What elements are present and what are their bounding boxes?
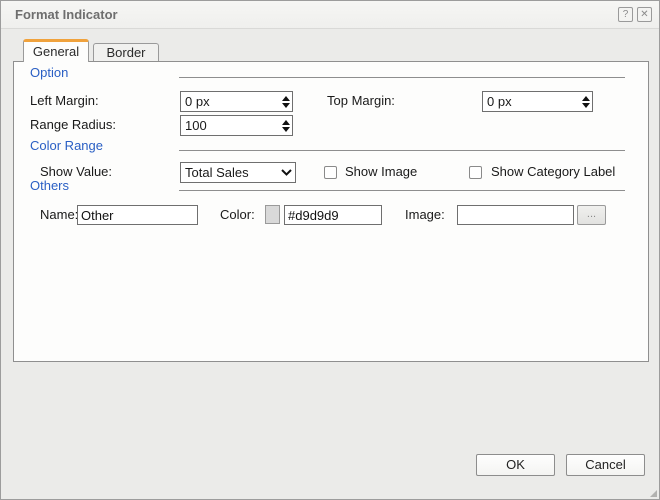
show-value-select[interactable]: Total Sales <box>180 162 296 183</box>
range-radius-stepper[interactable]: 100 <box>180 115 293 136</box>
show-category-label-checkbox[interactable] <box>469 166 482 179</box>
show-category-label-label: Show Category Label <box>491 164 616 179</box>
name-label: Name: <box>40 207 79 222</box>
help-icon[interactable]: ? <box>618 7 633 22</box>
show-image-label: Show Image <box>345 164 418 179</box>
section-heading-option: Option <box>30 65 69 80</box>
image-label: Image: <box>405 207 445 222</box>
image-input[interactable] <box>457 205 574 225</box>
format-indicator-dialog: Format Indicator ? ✕ General Border Opti… <box>0 0 660 500</box>
dialog-title: Format Indicator <box>15 7 118 22</box>
image-browse-button[interactable]: ... <box>577 205 606 225</box>
color-label: Color: <box>220 207 255 222</box>
section-heading-others: Others <box>30 178 70 193</box>
title-bar: Format Indicator ? ✕ <box>1 1 659 29</box>
general-tab-panel: Option Left Margin: 0 px Top Margin: 0 p… <box>13 61 649 362</box>
range-radius-value: 100 <box>185 118 207 133</box>
left-margin-label: Left Margin: <box>30 93 99 108</box>
chevron-down-icon <box>277 169 295 176</box>
section-rule-option <box>179 77 625 78</box>
spinner-arrows-icon[interactable] <box>280 116 292 135</box>
cancel-button[interactable]: Cancel <box>566 454 645 476</box>
range-radius-label: Range Radius: <box>30 117 116 132</box>
tab-general[interactable]: General <box>23 39 89 62</box>
color-swatch[interactable] <box>265 205 280 224</box>
show-image-checkbox[interactable] <box>324 166 337 179</box>
top-margin-label: Top Margin: <box>327 93 395 108</box>
section-heading-color-range: Color Range <box>30 138 103 153</box>
left-margin-stepper[interactable]: 0 px <box>180 91 293 112</box>
spinner-arrows-icon[interactable] <box>580 92 592 111</box>
top-margin-stepper[interactable]: 0 px <box>482 91 593 112</box>
close-icon[interactable]: ✕ <box>637 7 652 22</box>
section-rule-others <box>179 190 625 191</box>
tab-border[interactable]: Border <box>93 43 159 61</box>
section-rule-color-range <box>179 150 625 151</box>
name-input[interactable] <box>77 205 198 225</box>
ok-button[interactable]: OK <box>476 454 555 476</box>
color-input[interactable] <box>284 205 382 225</box>
show-value-selected: Total Sales <box>185 165 249 180</box>
left-margin-value: 0 px <box>185 94 210 109</box>
resize-grip-icon[interactable] <box>650 490 657 497</box>
top-margin-value: 0 px <box>487 94 512 109</box>
spinner-arrows-icon[interactable] <box>280 92 292 111</box>
